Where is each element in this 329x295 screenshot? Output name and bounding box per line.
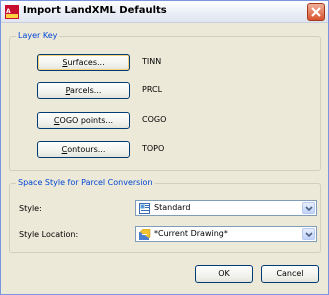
ok-button[interactable]: OK (195, 265, 253, 283)
space-style-label: Space Style for Parcel Conversion (16, 178, 155, 187)
window-title: Import LandXML Defaults (23, 5, 167, 16)
space-style-group: Space Style for Parcel Conversion Style:… (9, 178, 321, 253)
style-icon (139, 203, 150, 214)
style-location-label: Style Location: (19, 230, 79, 239)
svg-text:A: A (6, 8, 11, 15)
ok-button-label: OK (218, 269, 230, 278)
cogo-points-button-label: OGO points... (59, 116, 114, 125)
chevron-down-icon (305, 232, 313, 238)
style-location-dropdown-button[interactable] (302, 228, 315, 240)
contours-layer-value: TOPO (142, 144, 165, 153)
chevron-down-icon (305, 206, 313, 212)
parcels-button-label: arcels... (70, 86, 102, 95)
style-location-value: *Current Drawing* (154, 229, 228, 238)
surfaces-button[interactable]: Surfaces... (37, 54, 130, 71)
close-button[interactable] (307, 3, 325, 21)
autocad-icon: A (5, 5, 19, 19)
cogo-points-layer-value: COGO (142, 115, 167, 124)
cancel-button-label: Cancel (276, 269, 304, 278)
style-location-select[interactable]: *Current Drawing* (135, 226, 317, 242)
surfaces-button-label: urfaces... (67, 58, 105, 67)
style-select[interactable]: Standard (135, 200, 317, 216)
layer-key-group: Layer Key Surfaces... TINN Parcels... PR… (9, 31, 321, 171)
import-landxml-defaults-dialog: A Import LandXML Defaults Layer Key Surf… (0, 0, 329, 295)
close-icon (311, 7, 321, 17)
contours-button-label: ontours... (67, 145, 106, 154)
style-dropdown-button[interactable] (302, 202, 315, 214)
layer-key-label: Layer Key (16, 31, 60, 40)
parcels-layer-value: PRCL (142, 85, 163, 94)
contours-button[interactable]: Contours... (37, 141, 130, 158)
cancel-button[interactable]: Cancel (261, 265, 319, 283)
parcels-button[interactable]: Parcels... (37, 82, 130, 99)
style-value: Standard (154, 203, 191, 212)
drawing-icon (139, 228, 151, 240)
style-label: Style: (19, 204, 42, 213)
title-bar[interactable]: A Import LandXML Defaults (1, 1, 328, 23)
cogo-points-button[interactable]: COGO points... (37, 112, 130, 129)
surfaces-layer-value: TINN (142, 57, 162, 66)
